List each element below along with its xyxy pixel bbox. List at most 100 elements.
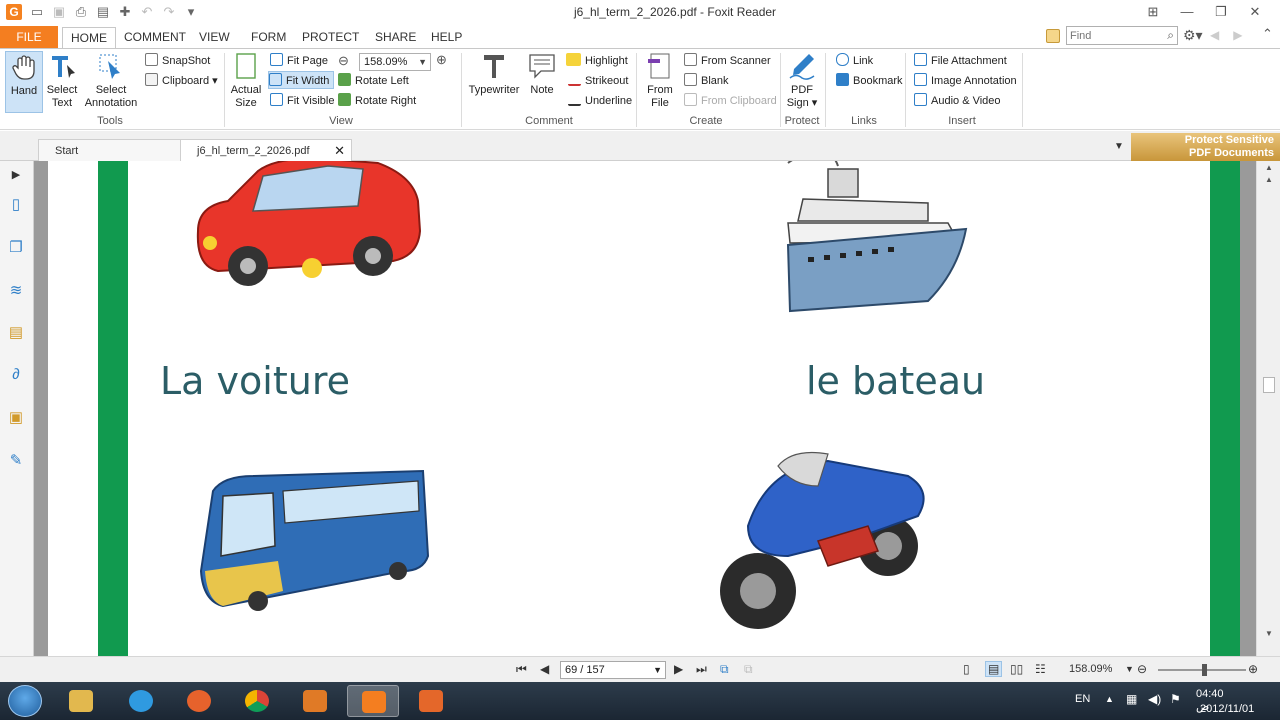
forward-icon[interactable]: ▶ bbox=[1233, 28, 1256, 42]
tab-current-document[interactable]: j6_hl_term_2_2026.pdf ✕ bbox=[180, 139, 352, 162]
blank-button[interactable]: Blank bbox=[684, 72, 729, 90]
image-annotation-button[interactable]: Image Annotation bbox=[914, 72, 1017, 90]
next-view-icon[interactable]: ⧉ bbox=[744, 662, 753, 677]
signature-icon[interactable]: ✎ bbox=[6, 451, 26, 471]
rotate-left-button[interactable]: Rotate Left bbox=[338, 72, 409, 90]
attachments-icon[interactable]: ∂ bbox=[6, 365, 26, 385]
maximize-button[interactable]: ❐ bbox=[1204, 2, 1238, 22]
search-icon[interactable]: ⌕ bbox=[1167, 28, 1174, 43]
highlight-button[interactable]: Highlight bbox=[566, 52, 628, 70]
security-lock-icon[interactable]: ▣ bbox=[6, 408, 26, 428]
tab-view[interactable]: VIEW bbox=[191, 27, 238, 48]
pdf-page: La voiture le bateau bbox=[48, 161, 1240, 656]
file-explorer-button[interactable] bbox=[55, 685, 107, 717]
vertical-scrollbar[interactable]: ▲ ▲ ▼ bbox=[1256, 161, 1280, 656]
divider bbox=[224, 53, 225, 127]
from-scanner-button[interactable]: From Scanner bbox=[684, 52, 771, 70]
collapse-ribbon-icon[interactable]: ⌃ bbox=[1262, 26, 1273, 42]
typewriter-button[interactable]: Typewriter bbox=[467, 51, 521, 97]
single-page-icon[interactable]: ▯ bbox=[963, 662, 970, 676]
zoom-dropdown-icon[interactable]: ▼ bbox=[1125, 664, 1134, 674]
recorder-button[interactable] bbox=[405, 685, 457, 717]
rotate-right-icon bbox=[338, 93, 351, 106]
promo-banner[interactable]: Protect Sensitive PDF Documents bbox=[1131, 133, 1280, 161]
from-file-button[interactable]: From File bbox=[644, 51, 676, 110]
tab-help[interactable]: HELP bbox=[423, 27, 470, 48]
back-icon[interactable]: ◀ bbox=[1210, 28, 1233, 42]
start-button[interactable] bbox=[8, 685, 42, 717]
zoom-out-icon[interactable]: ⊖ bbox=[1137, 662, 1147, 676]
minimize-button[interactable]: — bbox=[1170, 2, 1204, 22]
note-button[interactable]: Note bbox=[526, 51, 558, 97]
internet-explorer-button[interactable] bbox=[115, 685, 167, 717]
media-player-button[interactable] bbox=[289, 685, 341, 717]
zoom-out-icon[interactable]: ⊖ bbox=[338, 52, 349, 70]
volume-icon[interactable]: ◀) bbox=[1148, 692, 1161, 706]
find-options-icon[interactable] bbox=[1046, 29, 1060, 43]
zoom-select[interactable]: 158.09% ▼ bbox=[359, 53, 431, 71]
clipboard-button[interactable]: Clipboard ▾ bbox=[145, 72, 218, 90]
scroll-top-icon[interactable]: ▲ bbox=[1261, 163, 1277, 175]
from-clipboard-button[interactable]: From Clipboard bbox=[684, 92, 777, 110]
zoom-slider[interactable] bbox=[1158, 664, 1246, 676]
fit-page-button[interactable]: Fit Page bbox=[270, 52, 328, 70]
comments-icon[interactable]: ▤ bbox=[6, 323, 26, 343]
scroll-down-icon[interactable]: ▼ bbox=[1261, 629, 1277, 641]
file-attachment-button[interactable]: File Attachment bbox=[914, 52, 1007, 70]
tray-expand-icon[interactable]: ▲ bbox=[1105, 694, 1114, 704]
chrome-button[interactable] bbox=[231, 685, 283, 717]
facing-page-icon[interactable]: ▯▯ bbox=[1010, 662, 1023, 676]
tab-list-dropdown-icon[interactable]: ▼ bbox=[1114, 141, 1124, 152]
tab-form[interactable]: FORM bbox=[243, 27, 294, 48]
audio-video-button[interactable]: Audio & Video bbox=[914, 92, 1001, 110]
fit-width-button[interactable]: Fit Width bbox=[268, 71, 335, 89]
tab-home[interactable]: HOME bbox=[62, 27, 116, 48]
expand-pane-icon[interactable]: ▶ bbox=[6, 165, 26, 185]
close-button[interactable]: ✕ bbox=[1238, 2, 1272, 22]
page-number-box[interactable]: 69 / 157 ▼ bbox=[560, 661, 666, 679]
strikeout-button[interactable]: Strikeout bbox=[568, 72, 628, 90]
pages-icon[interactable]: ❐ bbox=[6, 238, 26, 258]
bookmarks-icon[interactable]: ▯ bbox=[6, 195, 26, 215]
scroll-thumb[interactable] bbox=[1263, 377, 1275, 393]
pdf-sign-button[interactable]: PDF Sign ▾ bbox=[785, 51, 819, 110]
gear-icon[interactable]: ⚙▾ bbox=[1183, 27, 1203, 44]
tab-comment[interactable]: COMMENT bbox=[116, 27, 194, 48]
document-viewport[interactable]: La voiture le bateau bbox=[34, 161, 1256, 656]
next-page-icon[interactable]: ▶ bbox=[674, 662, 683, 676]
clock-date[interactable]: 2012/11/01 bbox=[1200, 703, 1254, 715]
network-icon[interactable]: ▦ bbox=[1126, 692, 1137, 706]
action-center-flag-icon[interactable]: ⚑ bbox=[1170, 692, 1181, 706]
bookmark-button[interactable]: Bookmark bbox=[836, 72, 903, 90]
language-indicator[interactable]: EN bbox=[1075, 693, 1090, 705]
actual-size-button[interactable]: Actual Size bbox=[228, 51, 264, 110]
snapshot-button[interactable]: SnapShot bbox=[145, 52, 210, 70]
tab-protect[interactable]: PROTECT bbox=[294, 27, 367, 48]
fit-visible-button[interactable]: Fit Visible bbox=[270, 92, 334, 110]
select-annotation-button[interactable]: Select Annotation bbox=[84, 51, 138, 110]
previous-page-icon[interactable]: ◀ bbox=[540, 662, 549, 676]
select-text-button[interactable]: Select Text bbox=[45, 51, 79, 110]
previous-view-icon[interactable]: ⧉ bbox=[720, 662, 729, 677]
firefox-button[interactable] bbox=[173, 685, 225, 717]
first-page-icon[interactable]: ⏮ bbox=[516, 662, 527, 677]
layers-icon[interactable]: ≋ bbox=[6, 281, 26, 301]
foxit-reader-taskbar-button[interactable] bbox=[347, 685, 399, 717]
layout-icon[interactable]: ⊞ bbox=[1136, 2, 1170, 22]
link-button[interactable]: Link bbox=[836, 52, 873, 70]
continuous-facing-icon[interactable]: ☷ bbox=[1035, 662, 1046, 676]
last-page-icon[interactable]: ⏭ bbox=[696, 662, 707, 677]
tab-start[interactable]: Start bbox=[38, 139, 182, 161]
find-input[interactable] bbox=[1067, 27, 1159, 44]
zoom-slider-knob[interactable] bbox=[1202, 664, 1207, 676]
continuous-page-icon[interactable]: ▤ bbox=[985, 661, 1003, 677]
hand-button[interactable]: Hand bbox=[5, 51, 43, 113]
tab-file[interactable]: FILE bbox=[0, 26, 58, 48]
zoom-in-icon[interactable]: ⊕ bbox=[1248, 662, 1258, 676]
scroll-up-icon[interactable]: ▲ bbox=[1261, 175, 1277, 187]
rotate-right-button[interactable]: Rotate Right bbox=[338, 92, 416, 110]
tab-share[interactable]: SHARE bbox=[367, 27, 424, 48]
underline-button[interactable]: Underline bbox=[568, 92, 632, 110]
close-tab-icon[interactable]: ✕ bbox=[334, 140, 345, 162]
zoom-in-icon[interactable]: ⊕ bbox=[436, 51, 447, 69]
